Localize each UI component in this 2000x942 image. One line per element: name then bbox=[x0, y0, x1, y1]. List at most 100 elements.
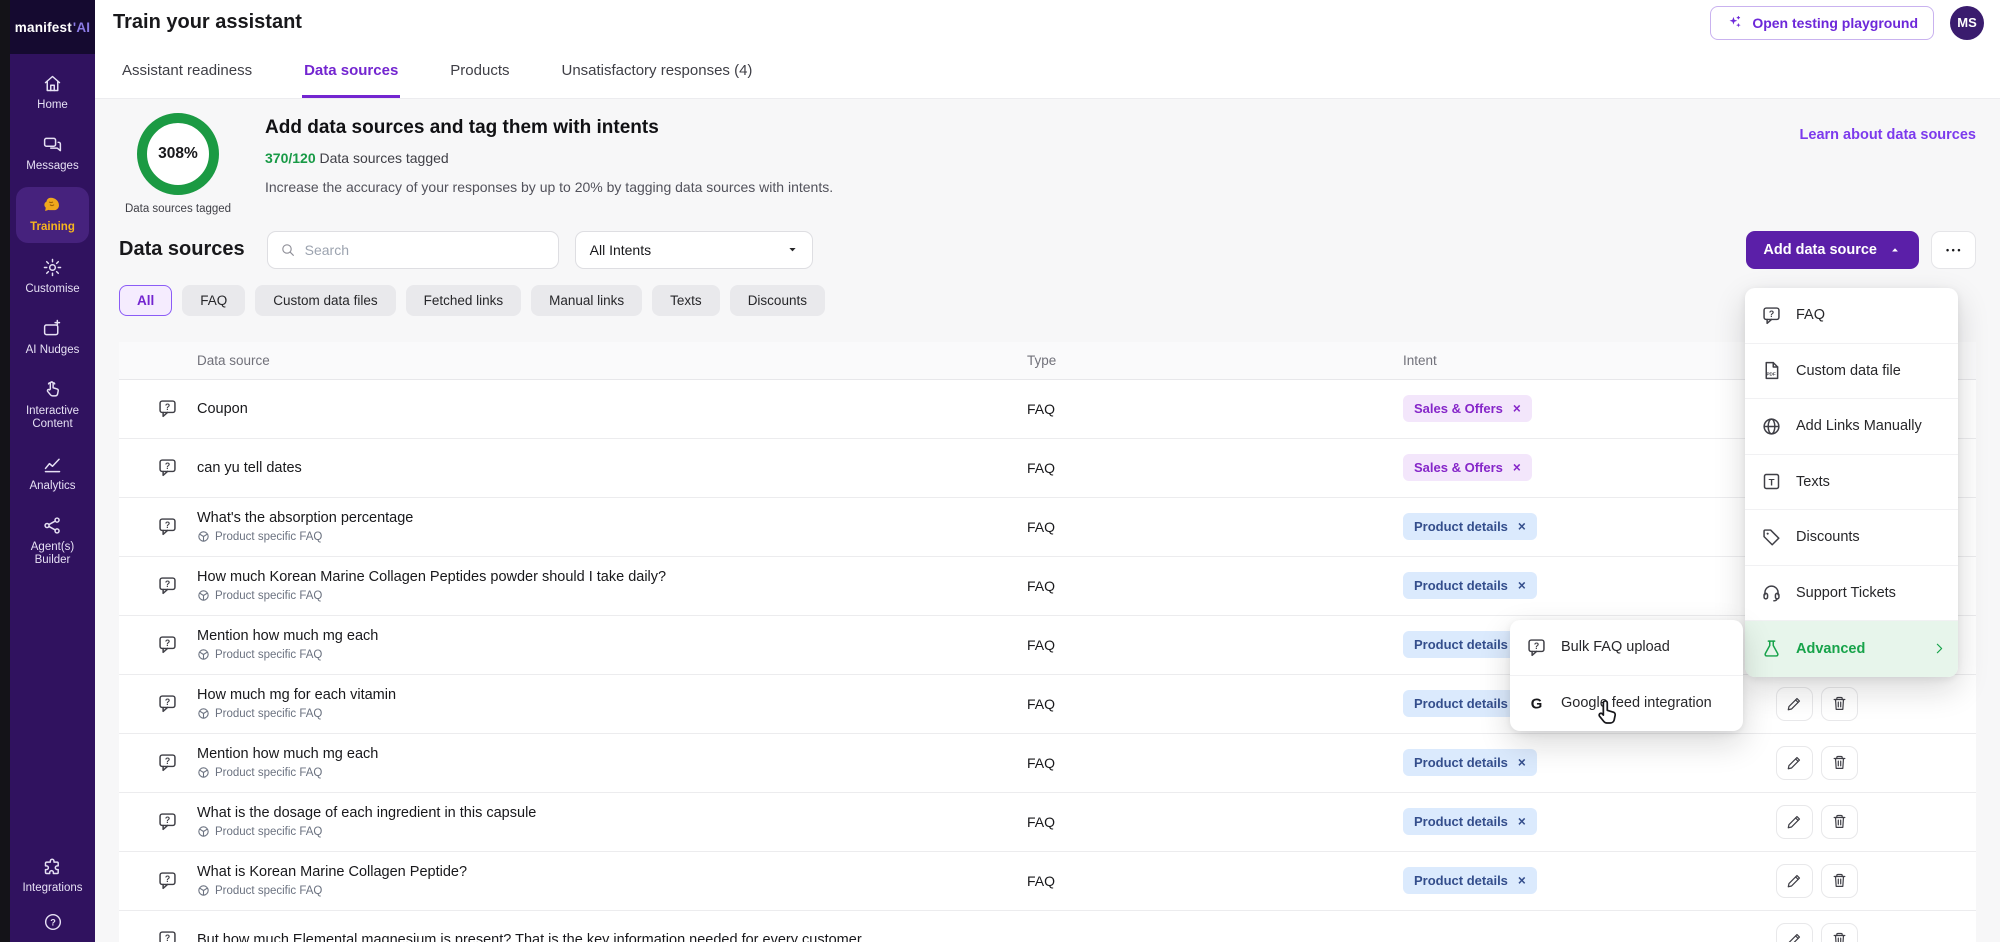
chevron-down-icon bbox=[785, 242, 800, 257]
filter-chip[interactable]: Texts bbox=[652, 285, 720, 316]
sidebar-item-home[interactable]: Home bbox=[16, 65, 89, 120]
add-data-source-button[interactable]: Add data source bbox=[1746, 231, 1919, 269]
table-row[interactable]: How much Korean Marine Collagen Peptides… bbox=[119, 557, 1976, 616]
faq-bubble-icon bbox=[157, 870, 178, 891]
help-button[interactable] bbox=[10, 906, 95, 942]
delete-row-button[interactable] bbox=[1821, 864, 1858, 898]
main-area: Train your assistant Open testing playgr… bbox=[95, 0, 2000, 942]
globe-icon bbox=[1761, 416, 1782, 437]
open-testing-playground-button[interactable]: Open testing playground bbox=[1710, 6, 1934, 40]
filter-chip[interactable]: Custom data files bbox=[255, 285, 395, 316]
table-row[interactable]: Coupon FAQ Sales & Offers × bbox=[119, 380, 1976, 439]
trash-icon bbox=[1831, 872, 1848, 889]
text-box-icon bbox=[1761, 471, 1782, 492]
faq-bubble-icon bbox=[157, 575, 178, 596]
card-plus-icon bbox=[42, 318, 63, 339]
delete-row-button[interactable] bbox=[1821, 687, 1858, 721]
pdf-file-icon bbox=[1761, 360, 1782, 381]
pencil-icon bbox=[1786, 813, 1803, 830]
table-row[interactable]: But how much Elemental magnesium is pres… bbox=[119, 911, 1976, 942]
data-source-subtitle: Product specific FAQ bbox=[197, 530, 1027, 543]
data-source-title: Mention how much mg each bbox=[197, 628, 1027, 644]
data-source-type: FAQ bbox=[1027, 637, 1403, 653]
tagged-progress-ring: 308% bbox=[137, 113, 219, 195]
menu-item-faq[interactable]: FAQ bbox=[1745, 288, 1958, 344]
tab[interactable]: Products bbox=[448, 45, 511, 98]
sidebar-item-ai-nudges[interactable]: AI Nudges bbox=[16, 310, 89, 365]
table-row[interactable]: What's the absorption percentage Product… bbox=[119, 498, 1976, 557]
advanced-submenu: Bulk FAQ upload Google feed integration bbox=[1510, 620, 1743, 731]
delete-row-button[interactable] bbox=[1821, 923, 1858, 942]
sidebar-item-training[interactable]: Training bbox=[16, 187, 89, 242]
product-box-icon bbox=[197, 648, 210, 661]
delete-row-button[interactable] bbox=[1821, 805, 1858, 839]
filter-chip[interactable]: Fetched links bbox=[406, 285, 522, 316]
sidebar-item-integrations[interactable]: Integrations bbox=[16, 848, 89, 903]
edit-row-button[interactable] bbox=[1776, 746, 1813, 780]
brain-icon bbox=[42, 195, 63, 216]
delete-row-button[interactable] bbox=[1821, 746, 1858, 780]
trash-icon bbox=[1831, 931, 1848, 942]
table-row[interactable]: What is the dosage of each ingredient in… bbox=[119, 793, 1976, 852]
menu-item-custom-data-file[interactable]: Custom data file bbox=[1745, 344, 1958, 400]
filter-chip[interactable]: All bbox=[119, 285, 172, 316]
sidebar-item-agents-builder[interactable]: Agent(s) Builder bbox=[16, 507, 89, 575]
pencil-icon bbox=[1786, 754, 1803, 771]
more-icon: ••• bbox=[1944, 245, 1963, 255]
intent-filter-select[interactable]: All Intents bbox=[575, 231, 813, 269]
data-source-type: FAQ bbox=[1027, 401, 1403, 417]
data-source-subtitle: Product specific FAQ bbox=[197, 648, 1027, 661]
caret-up-icon bbox=[1888, 243, 1902, 257]
intent-tag: Product details × bbox=[1403, 749, 1537, 776]
menu-item-advanced[interactable]: Advanced bbox=[1745, 621, 1958, 677]
column-intent: Intent bbox=[1403, 353, 1769, 368]
data-source-type: FAQ bbox=[1027, 814, 1403, 830]
page-title: Train your assistant bbox=[113, 11, 302, 34]
table-row[interactable]: What is Korean Marine Collagen Peptide? … bbox=[119, 852, 1976, 911]
menu-item-texts[interactable]: Texts bbox=[1745, 455, 1958, 511]
remove-intent-icon[interactable]: × bbox=[1518, 755, 1526, 770]
menu-item-bulk-faq-upload[interactable]: Bulk FAQ upload bbox=[1510, 620, 1743, 676]
search-box[interactable] bbox=[267, 231, 559, 269]
product-box-icon bbox=[197, 707, 210, 720]
remove-intent-icon[interactable]: × bbox=[1513, 401, 1521, 416]
tab[interactable]: Assistant readiness bbox=[120, 45, 254, 98]
remove-intent-icon[interactable]: × bbox=[1518, 873, 1526, 888]
puzzle-icon bbox=[42, 856, 63, 877]
menu-item-add-links-manually[interactable]: Add Links Manually bbox=[1745, 399, 1958, 455]
menu-item-discounts[interactable]: Discounts bbox=[1745, 510, 1958, 566]
avatar[interactable]: MS bbox=[1950, 6, 1984, 40]
remove-intent-icon[interactable]: × bbox=[1518, 578, 1526, 593]
sidebar-item-analytics[interactable]: Analytics bbox=[16, 446, 89, 501]
menu-item-support-tickets[interactable]: Support Tickets bbox=[1745, 566, 1958, 622]
sidebar-item-customise[interactable]: Customise bbox=[16, 249, 89, 304]
remove-intent-icon[interactable]: × bbox=[1513, 460, 1521, 475]
search-input[interactable] bbox=[305, 242, 546, 258]
filter-chip[interactable]: FAQ bbox=[182, 285, 245, 316]
menu-item-google-feed-integration[interactable]: Google feed integration bbox=[1510, 676, 1743, 732]
edit-row-button[interactable] bbox=[1776, 687, 1813, 721]
google-icon bbox=[1526, 693, 1547, 714]
filter-chip[interactable]: Manual links bbox=[531, 285, 642, 316]
sidebar-item-interactive-content[interactable]: Interactive Content bbox=[16, 371, 89, 439]
edit-row-button[interactable] bbox=[1776, 864, 1813, 898]
search-icon bbox=[280, 242, 296, 258]
column-data-source: Data source bbox=[197, 353, 1027, 368]
tab[interactable]: Data sources bbox=[302, 45, 400, 98]
edit-row-button[interactable] bbox=[1776, 805, 1813, 839]
data-source-type: FAQ bbox=[1027, 755, 1403, 771]
sidebar-item-messages[interactable]: Messages bbox=[16, 126, 89, 181]
table-row[interactable]: Mention how much mg each Product specifi… bbox=[119, 734, 1976, 793]
add-data-source-menu: FAQ Custom data file Add Links Manually … bbox=[1745, 288, 1958, 677]
data-sources-title: Data sources bbox=[119, 238, 245, 261]
table-row[interactable]: can yu tell dates FAQ Sales & Offers bbox=[119, 439, 1976, 498]
learn-about-data-sources-link[interactable]: Learn about data sources bbox=[1800, 127, 1976, 143]
edit-row-button[interactable] bbox=[1776, 923, 1813, 942]
intent-tag: Sales & Offers × bbox=[1403, 395, 1532, 422]
filter-chip[interactable]: Discounts bbox=[730, 285, 825, 316]
more-options-button[interactable]: ••• bbox=[1931, 231, 1976, 269]
remove-intent-icon[interactable]: × bbox=[1518, 814, 1526, 829]
intent-tag: Product details × bbox=[1403, 867, 1537, 894]
tab[interactable]: Unsatisfactory responses (4) bbox=[560, 45, 755, 98]
remove-intent-icon[interactable]: × bbox=[1518, 519, 1526, 534]
